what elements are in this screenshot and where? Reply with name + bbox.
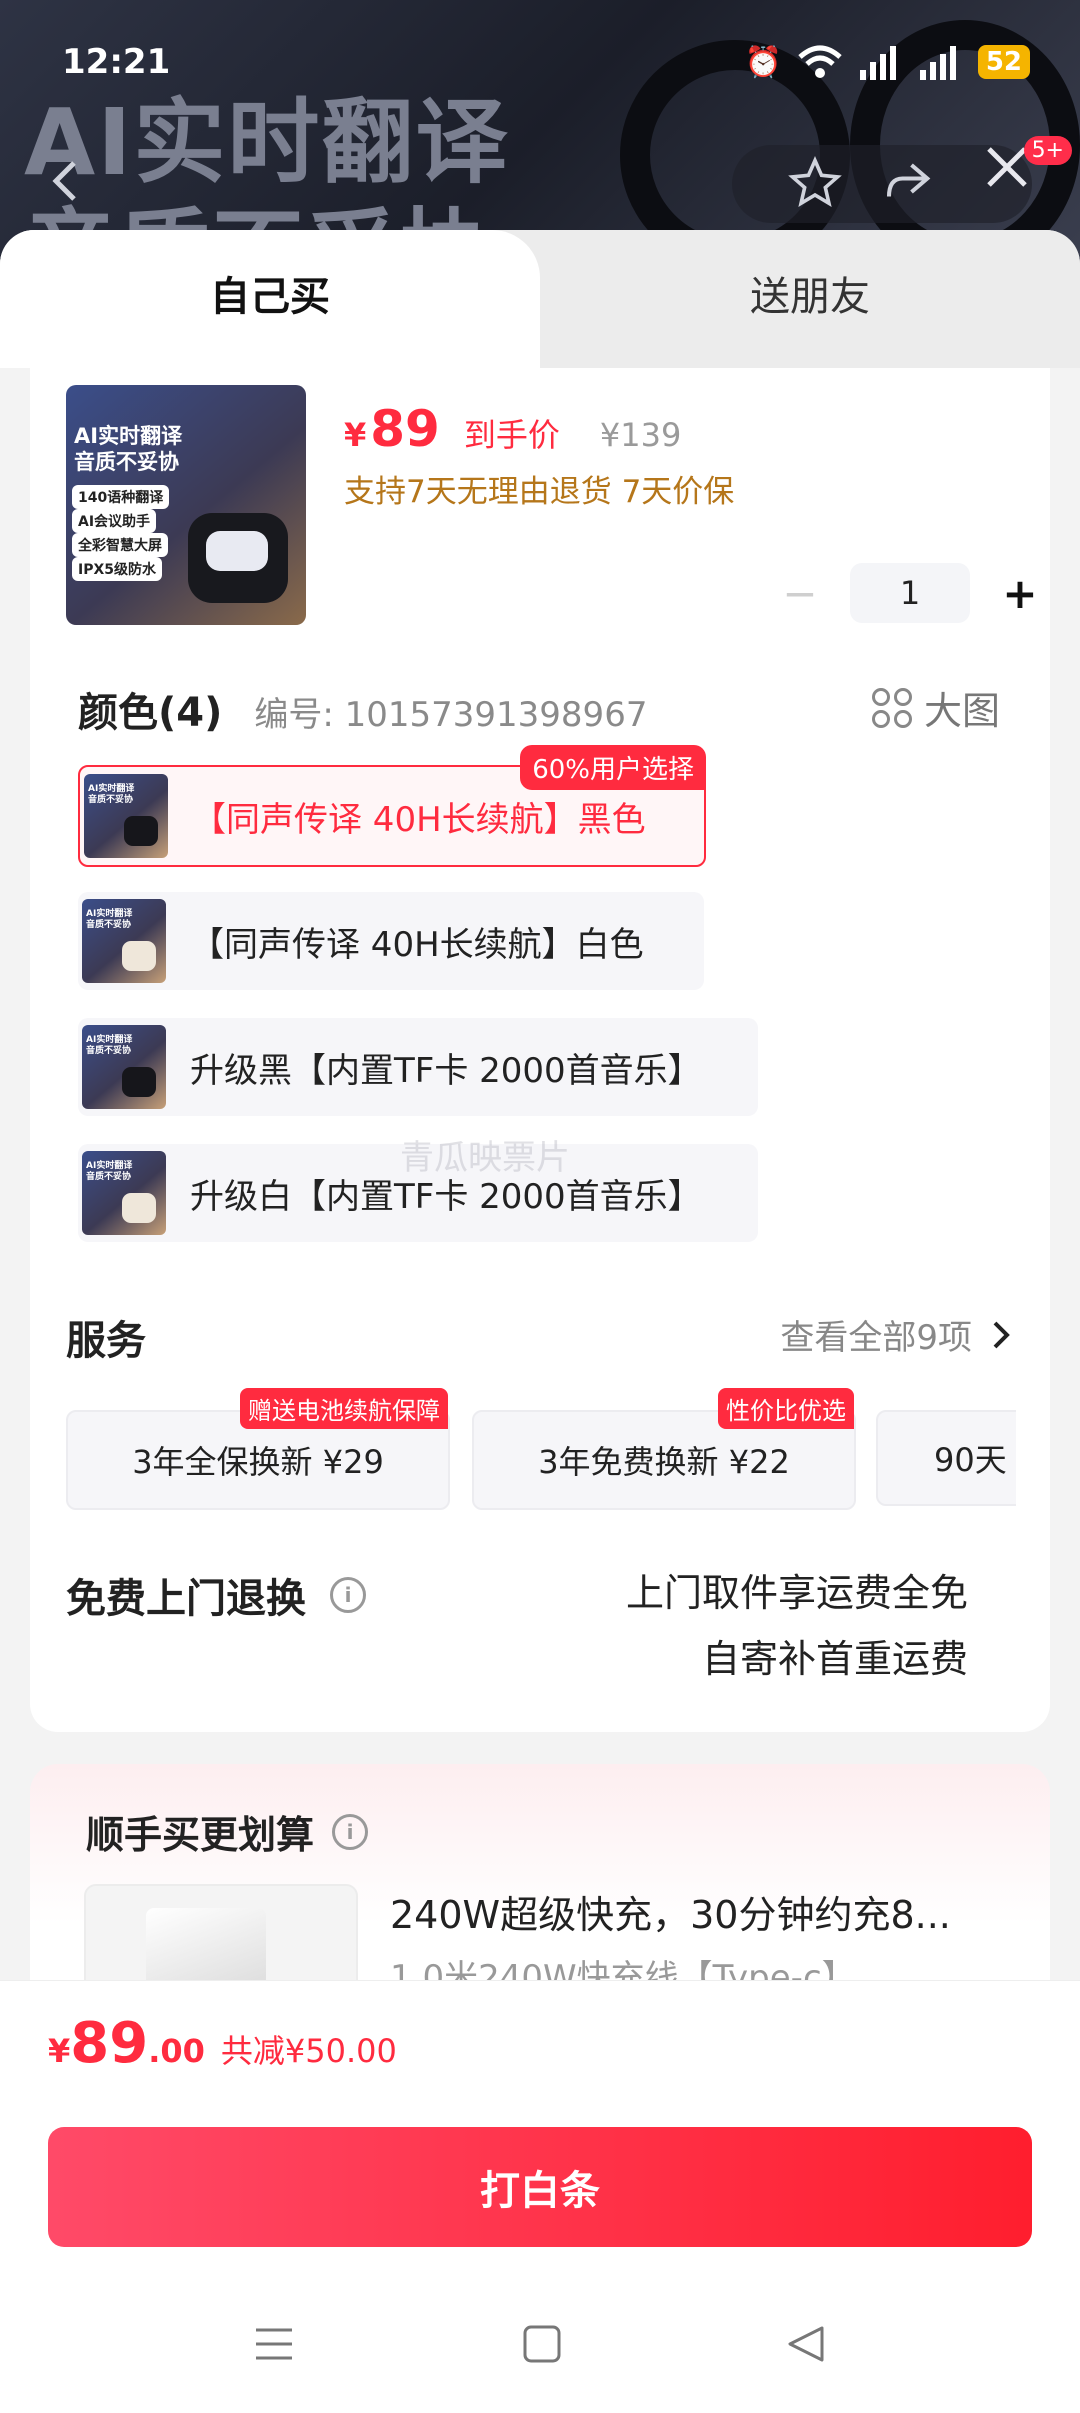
total-dec: .00 <box>148 2032 205 2070</box>
service-badge: 赠送电池续航保障 <box>240 1388 448 1429</box>
addon-title: 顺手买更划算 i <box>86 1804 369 1859</box>
service-option[interactable]: 3年免费换新 ¥22 性价比优选 <box>472 1388 856 1510</box>
service-label: 3年全保换新 ¥29 <box>132 1443 384 1481</box>
total-discount: 共减¥50.00 <box>220 2032 397 2070</box>
battery-indicator: 52 <box>977 45 1030 79</box>
signal-icon-2 <box>919 46 956 80</box>
return-line-2: 自寄补首重运费 <box>701 1637 968 1681</box>
back-triangle-icon[interactable] <box>786 2324 826 2364</box>
alarm-icon: ⏰ <box>744 44 782 80</box>
info-icon[interactable]: i <box>332 1813 369 1850</box>
favorite-button[interactable] <box>780 148 850 218</box>
back-button[interactable] <box>30 146 100 216</box>
return-service-detail: 上门取件享运费全免 自寄补首重运费 <box>626 1560 968 1692</box>
service-label: 3年免费换新 ¥22 <box>538 1443 790 1481</box>
service-badge: 性价比优选 <box>718 1388 854 1429</box>
share-button[interactable] <box>872 148 942 218</box>
signal-icon-1 <box>859 46 896 80</box>
status-bar: 12:21 ⏰ 52 <box>62 34 1030 90</box>
wifi-icon <box>798 45 842 78</box>
addon-item-title[interactable]: 240W超级快充，30分钟约充8... <box>390 1884 951 1939</box>
service-option[interactable]: 90天 <box>876 1410 1016 1506</box>
share-icon <box>886 163 931 197</box>
return-line-1: 上门取件享运费全免 <box>625 1571 968 1615</box>
notification-badge: 5+ <box>1023 136 1072 165</box>
service-label: 90天 <box>934 1441 1007 1479</box>
return-service-label: 免费上门退换 <box>66 1576 306 1622</box>
status-time: 12:21 <box>62 42 171 82</box>
return-service-title: 免费上门退换 i <box>66 1566 366 1624</box>
total-int: 89 <box>70 2011 149 2076</box>
star-icon <box>788 156 842 207</box>
info-icon[interactable]: i <box>330 1577 366 1613</box>
pay-button[interactable]: 打白条 <box>48 2127 1032 2247</box>
home-icon[interactable] <box>522 2324 562 2364</box>
addon-title-label: 顺手买更划算 <box>86 1813 315 1857</box>
menu-icon[interactable] <box>254 2324 294 2364</box>
service-option[interactable]: 3年全保换新 ¥29 赠送电池续航保障 <box>66 1388 450 1510</box>
total-currency: ¥ <box>48 2032 71 2070</box>
chevron-left-icon <box>52 161 76 201</box>
system-navigation-bar <box>0 2300 1080 2390</box>
total-price: ¥ 89 .00 共减¥50.00 <box>48 2011 397 2076</box>
